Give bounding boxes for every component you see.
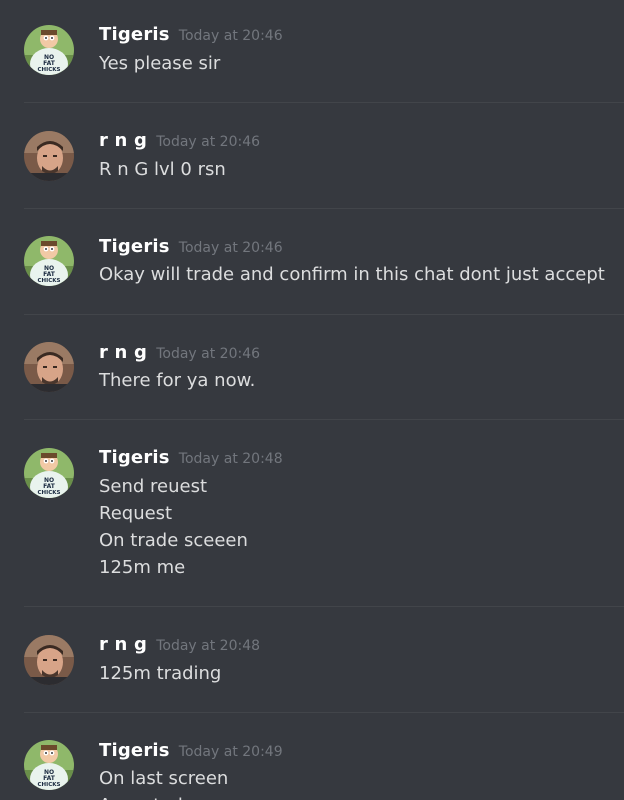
chat-message-list: NO FAT CHICKS Tigeris Today at 20:46 Yes… xyxy=(0,0,624,800)
timestamp: Today at 20:48 xyxy=(178,451,283,467)
message-content: Send reuest Request On trade sceeen 125m… xyxy=(99,473,248,581)
message-content: 125m trading xyxy=(99,660,221,687)
username[interactable]: Tigeris xyxy=(99,236,170,257)
rng-avatar[interactable] xyxy=(24,635,74,685)
message-divider xyxy=(24,419,624,420)
message-divider xyxy=(24,208,624,209)
peter-griffin-avatar-icon: NO FAT CHICKS xyxy=(24,448,74,498)
username[interactable]: Tigeris xyxy=(99,740,170,761)
tigeris-avatar[interactable]: NO FAT CHICKS xyxy=(24,740,74,790)
svg-text:FAT: FAT xyxy=(43,775,56,782)
message-header: Tigeris Today at 20:49 xyxy=(99,740,283,761)
message-header: Tigeris Today at 20:46 xyxy=(99,24,283,45)
svg-text:CHICKS: CHICKS xyxy=(38,67,61,73)
timestamp: Today at 20:46 xyxy=(178,240,283,256)
message-line: Okay will trade and confirm in this chat… xyxy=(99,264,605,285)
rng-avatar[interactable] xyxy=(24,342,74,392)
message-header: r n g Today at 20:46 xyxy=(99,342,260,363)
username[interactable]: Tigeris xyxy=(99,447,170,468)
svg-text:CHICKS: CHICKS xyxy=(38,278,61,284)
user-photo-avatar-icon xyxy=(24,131,74,181)
message-line: 125m trading xyxy=(99,663,222,684)
user-photo-avatar-icon xyxy=(24,342,74,392)
message-content: There for ya now. xyxy=(99,367,255,394)
message-divider xyxy=(24,712,624,713)
message-content: R n G lvl 0 rsn xyxy=(99,156,226,183)
svg-text:FAT: FAT xyxy=(43,271,56,278)
peter-griffin-avatar-icon: NO FAT CHICKS xyxy=(24,740,74,790)
message-line: R n G lvl 0 rsn xyxy=(99,159,226,180)
message-line: On last screen xyxy=(99,768,229,789)
message-line: Accepted xyxy=(99,792,228,800)
username[interactable]: Tigeris xyxy=(99,24,170,45)
tigeris-avatar[interactable]: NO FAT CHICKS xyxy=(24,236,74,286)
tigeris-avatar[interactable]: NO FAT CHICKS xyxy=(24,448,74,498)
peter-griffin-avatar-icon: NO FAT CHICKS xyxy=(24,25,74,75)
tigeris-avatar[interactable]: NO FAT CHICKS xyxy=(24,25,74,75)
user-photo-avatar-icon xyxy=(24,635,74,685)
timestamp: Today at 20:46 xyxy=(156,134,261,150)
message-content: Okay will trade and confirm in this chat… xyxy=(99,261,605,288)
username[interactable]: r n g xyxy=(99,342,147,363)
message-line: 125m me xyxy=(99,557,186,578)
message-divider xyxy=(24,314,624,315)
timestamp: Today at 20:48 xyxy=(156,638,261,654)
rng-avatar[interactable] xyxy=(24,131,74,181)
message-divider xyxy=(24,102,624,103)
message-line: Send reuest xyxy=(99,476,208,497)
message-content: On last screen Accepted xyxy=(99,765,228,800)
message-line: On trade sceeen xyxy=(99,530,248,551)
svg-text:FAT: FAT xyxy=(43,483,56,490)
timestamp: Today at 20:46 xyxy=(178,28,283,44)
peter-griffin-avatar-icon: NO FAT CHICKS xyxy=(24,236,74,286)
username[interactable]: r n g xyxy=(99,634,147,655)
message-line: Request xyxy=(99,503,173,524)
message-header: Tigeris Today at 20:48 xyxy=(99,447,283,468)
svg-text:FAT: FAT xyxy=(43,60,56,67)
svg-text:CHICKS: CHICKS xyxy=(38,782,61,788)
message-content: Yes please sir xyxy=(99,50,220,77)
message-line: There for ya now. xyxy=(99,370,256,391)
message-header: Tigeris Today at 20:46 xyxy=(99,236,283,257)
timestamp: Today at 20:46 xyxy=(156,346,261,362)
username[interactable]: r n g xyxy=(99,130,147,151)
svg-text:CHICKS: CHICKS xyxy=(38,490,61,496)
message-line: Yes please sir xyxy=(99,53,221,74)
message-header: r n g Today at 20:48 xyxy=(99,634,260,655)
message-header: r n g Today at 20:46 xyxy=(99,130,260,151)
message-divider xyxy=(24,606,624,607)
timestamp: Today at 20:49 xyxy=(178,744,283,760)
